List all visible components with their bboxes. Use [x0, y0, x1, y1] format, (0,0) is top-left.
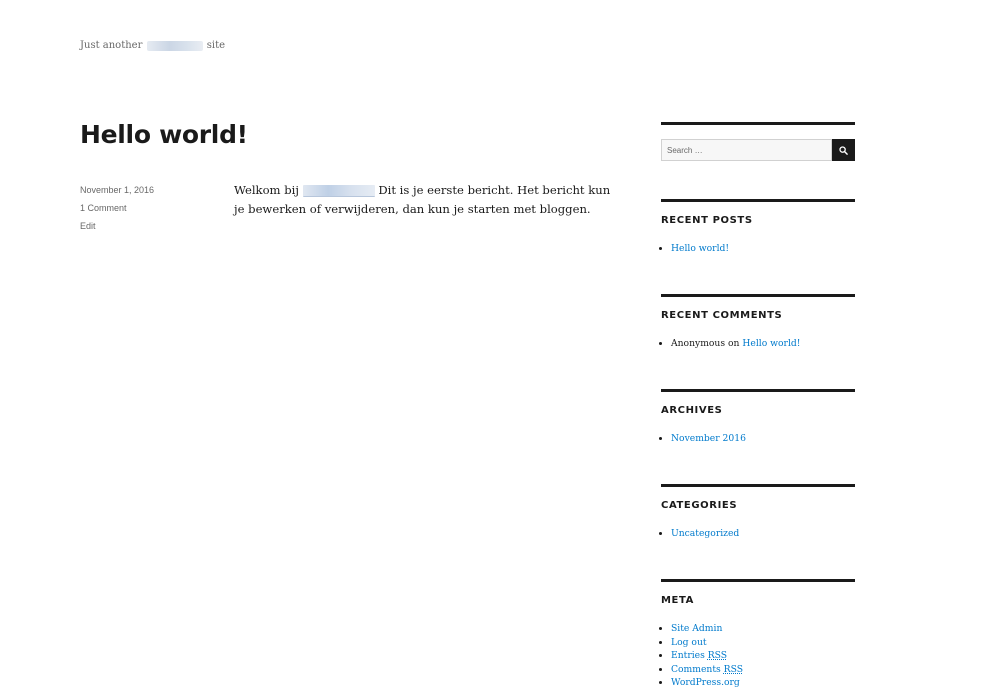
archive-link[interactable]: November 2016 [671, 433, 746, 444]
recent-comments-widget: RECENT COMMENTS Anonymous on Hello world… [661, 294, 855, 389]
entries-rss-link[interactable]: Entries RSS [671, 650, 727, 661]
recent-comments-title: RECENT COMMENTS [661, 310, 783, 321]
comments-label: Comments [671, 663, 721, 675]
list-item: Hello world! [671, 242, 855, 256]
entries-label: Entries [671, 650, 705, 662]
list-item: Entries RSS [671, 649, 855, 663]
list-item: WordPress.org [671, 676, 855, 690]
wordpress-org-link[interactable]: WordPress.org [671, 677, 740, 688]
post-comments-link[interactable]: 1 Comment [80, 201, 210, 219]
list-item: Uncategorized [671, 527, 855, 541]
categories-title: CATEGORIES [661, 500, 738, 511]
sidebar: RECENT POSTS Hello world! RECENT COMMENT… [661, 122, 855, 690]
comment-on: on [728, 338, 740, 349]
meta-title: META [661, 595, 694, 606]
post-edit-link[interactable]: Edit [80, 219, 210, 237]
list-item: Site Admin [671, 622, 855, 636]
search-widget [661, 122, 855, 199]
archives-list: November 2016 [661, 432, 855, 446]
rss-abbr: RSS [723, 663, 744, 675]
list-item: Log out [671, 636, 855, 650]
redacted-site-name [146, 40, 203, 51]
content-prefix: Welkom bij [234, 183, 299, 197]
search-input[interactable] [661, 139, 832, 161]
list-item: Anonymous on Hello world! [671, 337, 855, 351]
entry-meta: November 1, 2016 1 Comment Edit [80, 183, 210, 237]
site-admin-link[interactable]: Site Admin [671, 623, 722, 634]
category-link[interactable]: Uncategorized [671, 528, 739, 539]
archives-title: ARCHIVES [661, 405, 723, 416]
recent-posts-list: Hello world! [661, 242, 855, 256]
meta-widget: META Site Admin Log out Entries RSS Comm… [661, 579, 855, 690]
search-form [661, 139, 855, 161]
meta-list: Site Admin Log out Entries RSS Comments … [661, 622, 855, 690]
list-item: November 2016 [671, 432, 855, 446]
search-button[interactable] [832, 139, 855, 161]
recent-comments-list: Anonymous on Hello world! [661, 337, 855, 351]
categories-list: Uncategorized [661, 527, 855, 541]
tagline-suffix: site [206, 40, 226, 51]
archives-widget: ARCHIVES November 2016 [661, 389, 855, 484]
rss-abbr: RSS [707, 650, 728, 662]
search-icon [839, 145, 848, 155]
recent-posts-title: RECENT POSTS [661, 215, 753, 226]
post-content: Welkom bij Dit is je eerste bericht. Het… [234, 181, 612, 219]
post-title[interactable]: Hello world! [80, 120, 248, 150]
list-item: Comments RSS [671, 663, 855, 677]
recent-post-link[interactable]: Hello world! [671, 243, 729, 254]
comment-author: Anonymous [671, 338, 726, 349]
redacted-site-link[interactable] [302, 185, 375, 197]
comment-post-link[interactable]: Hello world! [742, 338, 800, 349]
recent-posts-widget: RECENT POSTS Hello world! [661, 199, 855, 294]
post-date-link[interactable]: November 1, 2016 [80, 183, 210, 201]
categories-widget: CATEGORIES Uncategorized [661, 484, 855, 579]
comments-rss-link[interactable]: Comments RSS [671, 664, 743, 675]
log-out-link[interactable]: Log out [671, 637, 707, 648]
site-tagline: Just another site [80, 40, 225, 51]
tagline-prefix: Just another [80, 40, 143, 51]
